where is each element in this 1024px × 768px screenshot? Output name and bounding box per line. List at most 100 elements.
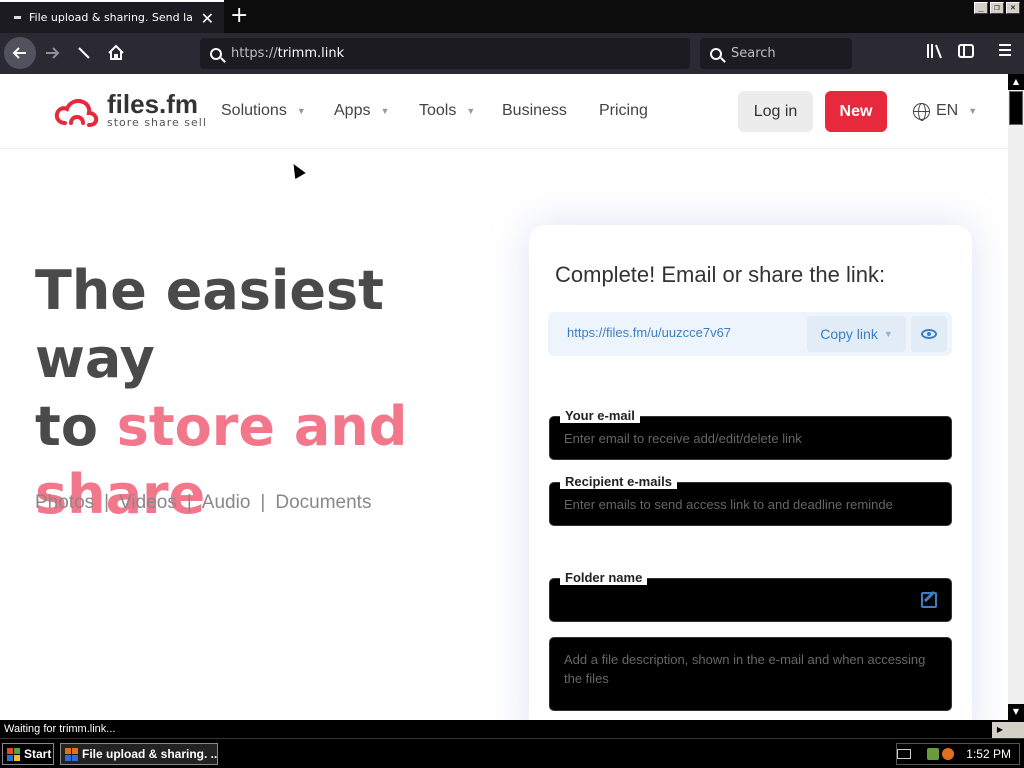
recipient-placeholder: Enter emails to send access link to and … [564, 497, 893, 512]
folder-name-field[interactable]: Folder name [549, 570, 952, 622]
hero-heading: The easiest way to store and share [35, 257, 505, 529]
address-bar[interactable]: https://trimm.link [200, 38, 690, 69]
nav-pricing-label: Pricing [599, 102, 648, 119]
home-icon [108, 44, 124, 60]
nav-tools-label: Tools [419, 102, 457, 119]
cloud-logo-icon [54, 98, 99, 127]
chevron-down-icon: ▼ [883, 329, 893, 339]
nav-apps[interactable]: Apps ▼ [334, 102, 389, 120]
language-selector[interactable]: EN ▼ [913, 102, 978, 121]
keyboard-icon[interactable] [897, 749, 912, 759]
back-button[interactable] [4, 37, 36, 69]
login-button[interactable]: Log in [738, 91, 813, 132]
email-field[interactable]: Your e-mail Enter email to receive add/e… [549, 408, 952, 460]
menu-icon[interactable] [998, 43, 1012, 61]
chevron-down-icon: ▼ [968, 106, 978, 116]
email-label: Your e-mail [560, 408, 640, 423]
tab-bar: File upload & sharing. Send large p ✕ + … [0, 0, 1024, 33]
search-tray-icon[interactable] [942, 748, 955, 760]
card-title: Complete! Email or share the link: [555, 262, 886, 287]
category-documents: Documents [275, 492, 372, 513]
category-audio: Audio [201, 492, 251, 513]
restore-button[interactable]: ❐ [990, 2, 1004, 14]
nav-solutions[interactable]: Solutions ▼ [221, 102, 306, 120]
edit-icon[interactable] [921, 592, 937, 608]
logo-tagline: store share sell [107, 116, 207, 129]
chevron-down-icon: ▼ [296, 106, 306, 116]
scroll-up-arrow-icon[interactable]: ▲ [1008, 74, 1024, 90]
vertical-scrollbar[interactable]: ▲ ▼ [1008, 74, 1024, 720]
nav-bar: https://trimm.link Search [0, 33, 1024, 74]
nav-apps-label: Apps [334, 102, 371, 119]
library-icon[interactable] [926, 43, 944, 63]
hero-line-2-plain: to [35, 395, 117, 458]
folder-label: Folder name [560, 570, 648, 585]
taskbar-item-browser[interactable]: File upload & sharing. ... [60, 743, 218, 765]
copy-link-label: Copy link [820, 326, 878, 342]
new-tab-button[interactable]: + [230, 3, 248, 29]
category-photos: Photos [35, 492, 95, 513]
taskbar-item-label: File upload & sharing. ... [82, 747, 218, 761]
new-button[interactable]: New [825, 91, 887, 132]
windows-logo-icon [7, 747, 20, 761]
mouse-cursor [288, 160, 306, 180]
scrollbar-corner [1008, 722, 1024, 738]
hero-line-2-highlight: store and [116, 395, 408, 458]
logo-title: files.fm [107, 89, 199, 119]
recipient-label: Recipient e-mails [560, 474, 677, 489]
start-button[interactable]: Start [2, 743, 54, 765]
share-link-row: https://files.fm/u/uuzcce7v67 Copy link ▼ [548, 312, 952, 356]
start-label: Start [24, 747, 52, 761]
share-link[interactable]: https://files.fm/u/uuzcce7v67 [567, 325, 731, 340]
stop-icon [78, 47, 90, 59]
forward-button[interactable] [36, 37, 68, 69]
category-separator: | [104, 492, 110, 513]
nav-business[interactable]: Business [502, 102, 567, 120]
eye-icon [921, 329, 937, 339]
system-tray: 1:52 PM [896, 743, 1020, 765]
chevron-down-icon: ▼ [380, 106, 390, 116]
upload-complete-card: Complete! Email or share the link: https… [529, 225, 972, 720]
search-icon [210, 47, 222, 60]
search-icon [710, 47, 722, 60]
home-button[interactable] [100, 37, 132, 69]
close-tab-icon[interactable]: ✕ [201, 9, 214, 28]
recipient-emails-field[interactable]: Recipient e-mails Enter emails to send a… [549, 474, 952, 526]
nav-business-label: Business [502, 102, 567, 119]
hero-line-1: The easiest way [35, 259, 384, 390]
stop-button[interactable] [68, 37, 100, 69]
network-icon[interactable] [927, 748, 940, 760]
preview-button[interactable] [911, 316, 947, 352]
description-field[interactable]: Add a file description, shown in the e-m… [549, 637, 952, 711]
browser-tab[interactable]: File upload & sharing. Send large p ✕ [0, 0, 224, 33]
search-placeholder: Search [731, 46, 776, 61]
tab-title: File upload & sharing. Send large p [29, 11, 193, 24]
chevron-down-icon: ▼ [466, 106, 476, 116]
scroll-right-arrow-icon[interactable]: ▶ [992, 722, 1008, 738]
horizontal-scrollbar[interactable]: ▶ [242, 722, 1008, 738]
page-viewport: files.fm store share sell Solutions ▼ App… [0, 74, 1008, 720]
category-separator: | [260, 492, 266, 513]
scroll-thumb[interactable] [1009, 91, 1023, 125]
site-logo[interactable]: files.fm store share sell [53, 89, 207, 129]
close-window-button[interactable]: ✕ [1006, 2, 1020, 14]
minimize-button[interactable]: _ [974, 2, 988, 14]
arrow-right-icon [46, 47, 60, 59]
language-label: EN [936, 102, 959, 119]
description-placeholder: Add a file description, shown in the e-m… [564, 652, 926, 686]
category-videos: Videos [119, 492, 177, 513]
search-box[interactable]: Search [700, 38, 852, 69]
browser-app-icon [65, 747, 78, 761]
url-host: trimm.link [277, 46, 345, 61]
taskbar: Start File upload & sharing. ... 1:52 PM [0, 738, 1024, 768]
arrow-left-icon [12, 47, 26, 59]
hero-categories: Photos | Videos | Audio | Documents [35, 492, 371, 514]
scroll-down-arrow-icon[interactable]: ▼ [1008, 704, 1024, 720]
category-separator: | [186, 492, 192, 513]
url-protocol: https:// [231, 46, 278, 61]
sidebar-icon[interactable] [958, 43, 974, 63]
nav-tools[interactable]: Tools ▼ [419, 102, 475, 120]
copy-link-button[interactable]: Copy link ▼ [807, 316, 906, 352]
status-bar: Waiting for trimm.link... [0, 720, 242, 738]
nav-pricing[interactable]: Pricing [599, 102, 648, 120]
